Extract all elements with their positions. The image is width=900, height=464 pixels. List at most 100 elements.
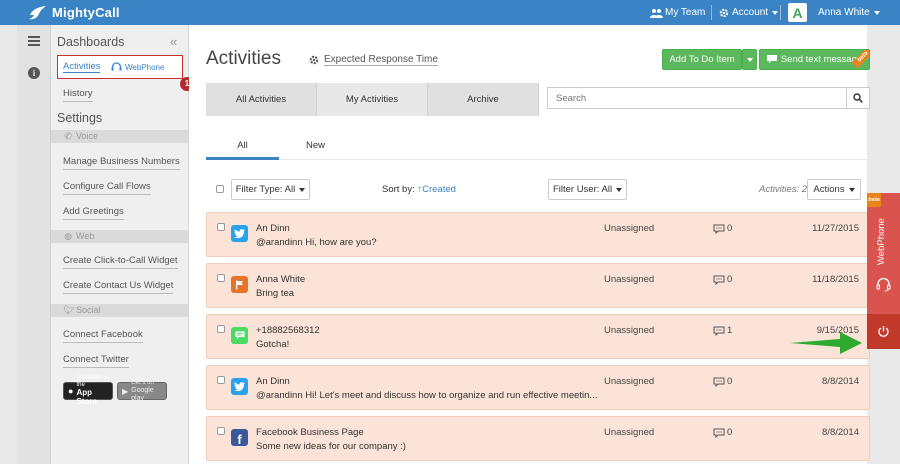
row-checkbox[interactable]	[217, 325, 225, 333]
table-row[interactable]: f Facebook Business Page Some new ideas …	[206, 416, 870, 461]
row-comments: 0	[713, 274, 732, 285]
tab-my-activities[interactable]: My Activities	[317, 83, 428, 116]
sidebar-item-click-to-call[interactable]: Create Click-to-Call Widget	[63, 255, 178, 269]
row-contact-name: An Dinn	[256, 376, 290, 387]
topbar-divider	[780, 5, 781, 20]
row-comments: 1	[713, 325, 732, 336]
add-todo-button[interactable]: Add To Do Item	[662, 49, 742, 70]
row-assignee: Unassigned	[604, 223, 655, 234]
sidebar-item-webphone[interactable]: WebPhone	[111, 62, 164, 72]
sidebar-item-manage-numbers[interactable]: Manage Business Numbers	[63, 156, 180, 170]
sidebar-item-greetings[interactable]: Add Greetings	[63, 206, 124, 220]
search-button[interactable]	[846, 88, 869, 108]
google-play-button[interactable]: ▶ Get it on Google play	[117, 380, 167, 402]
globe-icon: ◍	[64, 231, 72, 241]
beta-ribbon: beta	[851, 50, 869, 69]
subtabs: All New	[206, 138, 870, 160]
account-menu[interactable]: Account	[719, 0, 779, 25]
user-menu[interactable]: Anna White	[818, 0, 880, 25]
comment-icon	[713, 275, 725, 285]
add-todo-dropdown[interactable]	[742, 49, 757, 70]
row-comments: 0	[713, 376, 732, 387]
left-rail: i	[17, 25, 51, 464]
settings-heading: Settings	[57, 111, 103, 125]
pointer-arrow-icon	[790, 332, 862, 354]
row-contact-name: Facebook Business Page	[256, 427, 364, 438]
row-checkbox[interactable]	[217, 223, 225, 231]
row-checkbox[interactable]	[217, 427, 225, 435]
user-name: Anna White	[818, 7, 870, 18]
sidebar-item-activities[interactable]: Activities	[63, 61, 101, 73]
flag-icon	[231, 276, 248, 293]
filter-user-dropdown[interactable]: Filter User: All	[548, 179, 627, 200]
table-row[interactable]: Anna White Bring tea Unassigned 0 11/18/…	[206, 263, 870, 308]
brand-logo[interactable]: MightyCall	[28, 3, 120, 22]
row-message: Some new ideas for our company :)	[256, 441, 406, 452]
row-date: 8/8/2014	[822, 376, 859, 387]
subtab-all[interactable]: All	[206, 138, 279, 160]
sort-by-control[interactable]: Sort by: ↑Created	[382, 184, 456, 195]
table-row[interactable]: An Dinn @arandinn Hi, how are you? Unass…	[206, 212, 870, 257]
filter-type-dropdown[interactable]: Filter Type: All	[231, 179, 310, 200]
app-store-button[interactable]: ● Available on the App Store	[63, 375, 113, 406]
twitter-small-icon: 🐦︎	[63, 305, 75, 315]
row-message: Gotcha!	[256, 339, 290, 350]
search-input[interactable]	[548, 88, 846, 108]
expected-response-time-link[interactable]: Expected Response Time	[309, 54, 438, 66]
chevron-down-icon	[873, 10, 880, 15]
comment-icon	[713, 224, 725, 234]
table-row[interactable]: An Dinn @arandinn Hi! Let's meet and dis…	[206, 365, 870, 410]
send-text-button[interactable]: Send text message beta	[759, 49, 870, 70]
page-title: Activities	[206, 48, 281, 69]
active-dashboard-box: Activities WebPhone	[57, 55, 183, 79]
search-icon	[853, 93, 863, 103]
my-team-label: My Team	[665, 7, 706, 18]
row-date: 8/8/2014	[822, 427, 859, 438]
select-all-checkbox[interactable]	[216, 185, 224, 193]
tab-archive[interactable]: Archive	[428, 83, 539, 116]
dashboards-heading: Dashboards	[57, 35, 125, 49]
sidebar-item-history[interactable]: History	[63, 88, 93, 102]
section-voice: ✆ Voice	[51, 130, 189, 143]
webphone-power-button[interactable]	[867, 314, 900, 349]
comment-icon	[713, 377, 725, 387]
row-date: 11/18/2015	[812, 274, 859, 285]
avatar[interactable]: A	[788, 3, 807, 22]
row-message: @arandinn Hi, how are you?	[256, 237, 377, 248]
sidebar-item-contact-us[interactable]: Create Contact Us Widget	[63, 280, 174, 294]
twitter-icon	[231, 378, 248, 395]
collapse-icon[interactable]: «	[170, 34, 177, 49]
row-message: @arandinn Hi! Let's meet and discuss how…	[256, 390, 598, 401]
subtab-new[interactable]: New	[279, 138, 352, 160]
actions-dropdown[interactable]: Actions	[807, 179, 861, 200]
tab-all-activities[interactable]: All Activities	[206, 83, 317, 116]
row-date: 11/27/2015	[812, 223, 859, 234]
activities-count: Activities: 2	[759, 184, 808, 195]
activity-tabs: All Activities My Activities Archive	[206, 83, 539, 116]
row-assignee: Unassigned	[604, 427, 655, 438]
comment-icon	[713, 428, 725, 438]
chevron-down-icon	[746, 57, 753, 62]
sidebar-item-facebook[interactable]: Connect Facebook	[63, 329, 143, 343]
row-contact-name: +18882568312	[256, 325, 320, 336]
table-row[interactable]: +18882568312 Gotcha! Unassigned 1 9/15/2…	[206, 314, 870, 359]
headset-icon	[111, 62, 122, 71]
twitter-icon	[231, 225, 248, 242]
gear-icon	[309, 55, 319, 65]
team-icon	[650, 8, 663, 18]
row-checkbox[interactable]	[217, 274, 225, 282]
sidebar-item-call-flows[interactable]: Configure Call Flows	[63, 181, 151, 195]
apple-icon: ●	[68, 385, 74, 396]
brand-name: MightyCall	[52, 5, 120, 20]
row-checkbox[interactable]	[217, 376, 225, 384]
hamburger-menu-icon[interactable]	[28, 36, 40, 48]
gear-icon	[719, 8, 729, 17]
info-icon[interactable]: i	[28, 67, 40, 79]
chevron-down-icon	[616, 187, 623, 192]
my-team-button[interactable]: My Team	[650, 0, 705, 25]
webphone-widget-label: WebPhone	[876, 218, 887, 266]
facebook-icon: f	[231, 429, 248, 447]
sidebar-item-twitter[interactable]: Connect Twitter	[63, 354, 129, 368]
top-bar: MightyCall My Team Account A Anna White	[0, 0, 900, 25]
power-icon	[878, 326, 889, 337]
